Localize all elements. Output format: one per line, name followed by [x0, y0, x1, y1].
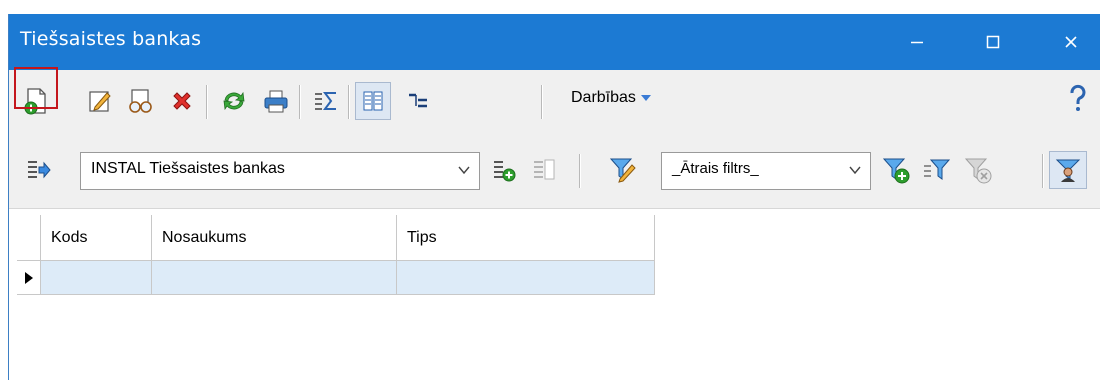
delete-x-icon	[173, 92, 191, 110]
print-button[interactable]	[259, 84, 293, 118]
delete-button[interactable]	[165, 84, 199, 118]
edit-pencil-icon	[89, 91, 111, 112]
columns-button[interactable]	[355, 82, 391, 120]
grid-corner	[17, 215, 41, 261]
refresh-button[interactable]	[217, 84, 251, 118]
help-icon	[1070, 84, 1086, 111]
filter-add-icon	[882, 158, 910, 184]
view-glasses-icon	[129, 89, 152, 113]
view-list-icon	[28, 161, 51, 179]
edit-view-icon	[534, 159, 555, 180]
toolbar-separator	[541, 85, 543, 119]
refresh-icon	[223, 91, 245, 111]
view-select-value: INSTAL Tiešsaistes bankas	[91, 160, 285, 177]
title-bar[interactable]: Tiešsaistes bankas	[9, 14, 1100, 70]
tree-view-button[interactable]	[401, 84, 435, 118]
toolbar-separator	[579, 154, 581, 188]
toolbar-separator	[348, 85, 350, 119]
current-row-arrow-icon	[24, 271, 33, 284]
chevron-down-icon	[640, 95, 651, 101]
toolbar-separator	[299, 85, 301, 119]
filter-list-button[interactable]	[919, 153, 953, 187]
edit-button[interactable]	[83, 84, 117, 118]
add-view-icon	[494, 161, 516, 182]
maximize-icon	[986, 35, 1000, 49]
add-view-button[interactable]	[487, 153, 521, 187]
window-title: Tiešsaistes bankas	[20, 28, 202, 50]
close-button[interactable]	[1043, 14, 1099, 70]
remove-filter-button[interactable]	[961, 153, 995, 187]
quick-filter-select[interactable]: _Ātrais filtrs_	[661, 152, 871, 190]
edit-view-button[interactable]	[527, 153, 561, 187]
maximize-button[interactable]	[965, 14, 1021, 70]
window: Tiešsaistes bankas Darbības INSTAL Tiešs…	[8, 14, 1100, 380]
column-header-kods[interactable]: Kods	[41, 215, 152, 261]
chevron-down-icon	[458, 166, 470, 175]
chevron-down-icon	[849, 166, 861, 175]
toolbar-separator	[206, 85, 208, 119]
filter-remove-icon	[964, 158, 992, 184]
minimize-icon	[911, 41, 923, 44]
columns-icon	[363, 91, 383, 111]
sum-icon	[315, 92, 336, 110]
table-cell[interactable]	[397, 261, 655, 295]
view-button[interactable]	[123, 84, 157, 118]
sum-button[interactable]	[309, 84, 343, 118]
help-button[interactable]	[1061, 82, 1095, 116]
column-header-nosaukums[interactable]: Nosaukums	[152, 215, 397, 261]
tree-icon	[409, 93, 427, 108]
filter-list-icon	[924, 159, 951, 180]
main-toolbar: Darbības	[9, 70, 1100, 132]
actions-menu[interactable]: Darbības	[571, 89, 652, 107]
actions-menu-label: Darbības	[571, 89, 636, 106]
row-indicator[interactable]	[17, 261, 41, 295]
user-filter-button[interactable]	[1049, 151, 1087, 189]
edit-filter-button[interactable]	[606, 153, 640, 187]
view-select[interactable]: INSTAL Tiešsaistes bankas	[80, 152, 480, 190]
table-cell[interactable]	[152, 261, 397, 295]
toolbar-separator	[1042, 154, 1044, 188]
view-list-button[interactable]	[21, 153, 55, 187]
add-filter-button[interactable]	[879, 153, 913, 187]
new-button-highlight	[14, 67, 58, 109]
quick-filter-value: _Ātrais filtrs_	[672, 160, 759, 177]
user-filter-icon	[1055, 159, 1081, 182]
minimize-button[interactable]	[889, 14, 945, 70]
column-header-tips[interactable]: Tips	[397, 215, 655, 261]
table-cell[interactable]	[41, 261, 152, 295]
print-icon	[264, 90, 288, 113]
filter-edit-icon	[609, 158, 636, 183]
view-toolbar: INSTAL Tiešsaistes bankas _Ātrais filtrs…	[9, 132, 1100, 209]
close-icon	[1065, 36, 1077, 48]
